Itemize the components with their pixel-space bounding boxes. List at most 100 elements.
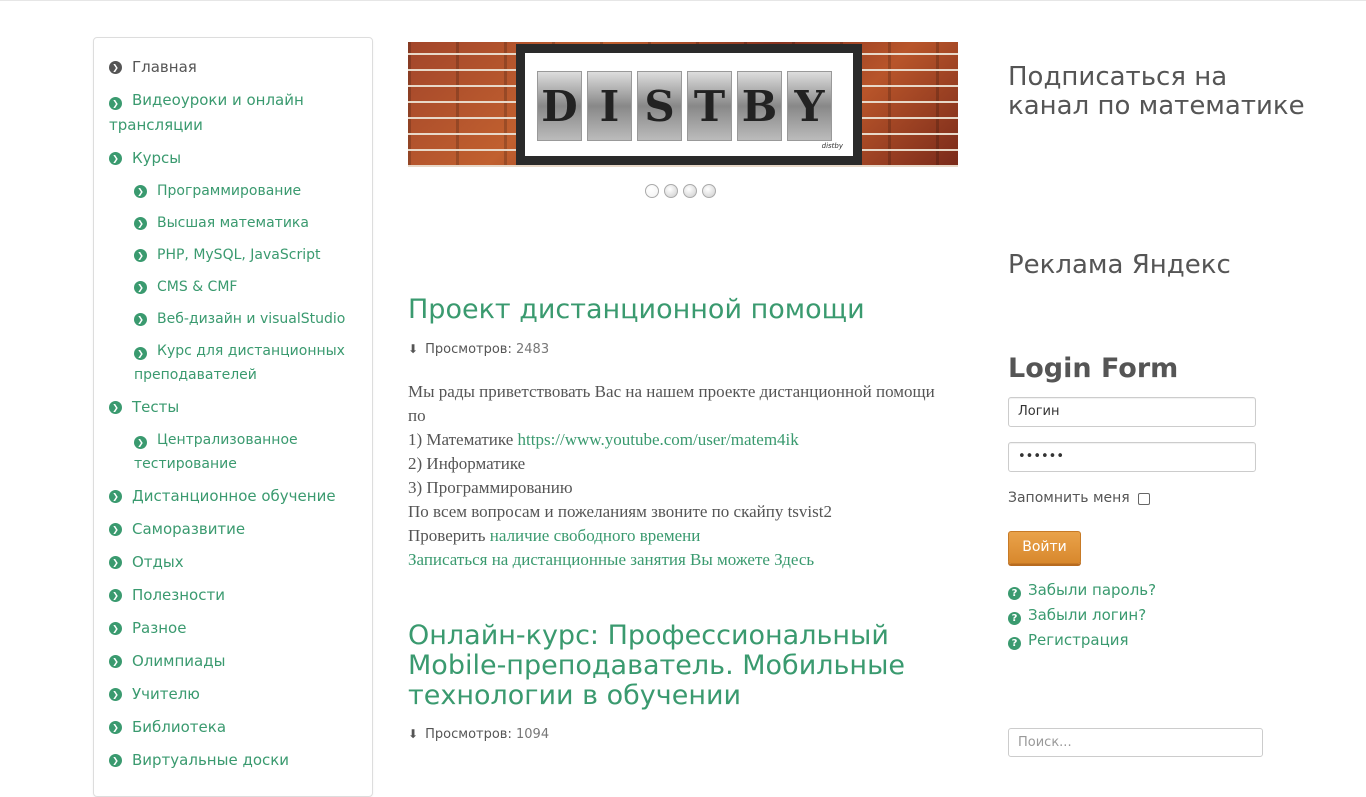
hits-value: 2483	[516, 342, 550, 357]
sidebar-item-label: Главная	[132, 58, 197, 76]
sidebar-subitem-php-mysql-js[interactable]: ❯ PHP, MySQL, JavaScript	[134, 243, 358, 267]
sidebar-item-home[interactable]: ❯ Главная	[109, 55, 358, 80]
slide-dot-4[interactable]	[702, 184, 716, 198]
sidebar-subitem-remote-teachers[interactable]: ❯ Курс для дистанционных преподавателей	[134, 339, 358, 387]
sidebar-menu: ❯ Главная ❯ Видеоуроки и онлайн трансляци…	[93, 37, 373, 797]
chevron-circle-right-icon: ❯	[109, 688, 122, 701]
chevron-circle-right-icon: ❯	[109, 61, 122, 74]
forgot-password-link[interactable]: ? Забыли пароль?	[1008, 578, 1156, 603]
article-line: По всем вопросам и пожеланиям звоните по…	[408, 502, 832, 521]
banner-mat: D I S T B Y distby	[525, 53, 853, 156]
sidebar-item-olympiads[interactable]: ❯ Олимпиады	[109, 649, 358, 674]
question-circle-icon: ?	[1008, 637, 1021, 650]
username-field[interactable]: Логин	[1008, 397, 1256, 427]
chevron-circle-right-icon: ❯	[134, 347, 147, 360]
link-label[interactable]: Забыли пароль?	[1028, 581, 1156, 599]
sidebar-item-misc[interactable]: ❯ Разное	[109, 616, 358, 641]
login-button[interactable]: Войти	[1008, 531, 1081, 564]
forgot-username-link[interactable]: ? Забыли логин?	[1008, 603, 1156, 628]
sidebar-subitem-web-design[interactable]: ❯ Веб-дизайн и visualStudio	[134, 307, 358, 331]
login-links: ? Забыли пароль? ? Забыли логин? ? Регистра…	[1008, 578, 1156, 653]
slide-dot-2[interactable]	[664, 184, 678, 198]
banner-letter: B	[737, 71, 782, 141]
sidebar-item-label: Полезности	[132, 586, 225, 604]
chevron-circle-right-icon: ❯	[134, 436, 147, 449]
article-text: Проверить	[408, 526, 486, 545]
password-field[interactable]: ••••••	[1008, 442, 1256, 472]
link-label[interactable]: Забыли логин?	[1028, 606, 1146, 624]
hits-label: Просмотров:	[425, 727, 512, 742]
sidebar-subitem-centralized-testing[interactable]: ❯ Централизованное тестирование	[134, 428, 358, 476]
youtube-link[interactable]: https://www.youtube.com/user/matem4ik	[518, 430, 799, 449]
sidebar-subitem-higher-math[interactable]: ❯ Высшая математика	[134, 211, 358, 235]
chevron-circle-right-icon: ❯	[109, 721, 122, 734]
sidebar-item-label: Курсы	[132, 149, 182, 167]
banner-letter: D	[537, 71, 582, 141]
sidebar-item-label: Разное	[132, 619, 187, 637]
sidebar-item-label: Отдых	[132, 553, 184, 571]
link-label[interactable]: Регистрация	[1028, 631, 1129, 649]
ads-module-title: Реклама Яндекс	[1008, 250, 1231, 280]
sidebar-item-courses[interactable]: ❯ Курсы	[109, 146, 358, 171]
sidebar-item-for-teacher[interactable]: ❯ Учителю	[109, 682, 358, 707]
chevron-circle-right-icon: ❯	[109, 622, 122, 635]
download-icon: ⬇	[408, 727, 419, 741]
sidebar-item-label: Централизованное тестирование	[134, 432, 298, 472]
chevron-circle-right-icon: ❯	[109, 401, 122, 414]
free-time-link[interactable]: наличие свободного времени	[490, 526, 701, 545]
banner-letter: S	[637, 71, 682, 141]
banner-frame: D I S T B Y distby	[516, 44, 862, 165]
article-hits: ⬇ Просмотров: 2483	[408, 342, 549, 357]
chevron-circle-right-icon: ❯	[109, 490, 122, 503]
article-paragraph: Мы рады приветствовать Вас на нашем прое…	[408, 382, 935, 425]
sidebar-item-self-development[interactable]: ❯ Саморазвитие	[109, 517, 358, 542]
sidebar-item-label: Учителю	[132, 685, 200, 703]
sidebar-item-label: Виртуальные доски	[132, 751, 290, 769]
remember-me: Запомнить меня	[1008, 490, 1151, 506]
signup-link[interactable]: Записаться на дистанционные занятия Вы м…	[408, 550, 814, 569]
sidebar-subitem-programming[interactable]: ❯ Программирование	[134, 179, 358, 203]
sidebar-item-label: Программирование	[157, 183, 302, 199]
sidebar-item-tests[interactable]: ❯ Тесты	[109, 395, 358, 420]
question-circle-icon: ?	[1008, 612, 1021, 625]
chevron-circle-right-icon: ❯	[109, 97, 122, 110]
sidebar-item-leisure[interactable]: ❯ Отдых	[109, 550, 358, 575]
subscribe-module-title: Подписаться на канал по математике	[1008, 62, 1305, 121]
article-title[interactable]: Онлайн-курс: Профессиональный Mobile-пре…	[408, 621, 928, 711]
search-input[interactable]: Поиск...	[1008, 728, 1263, 757]
article-body: Мы рады приветствовать Вас на нашем прое…	[408, 380, 948, 572]
slide-dot-1[interactable]	[645, 184, 659, 198]
sidebar-item-virtual-boards[interactable]: ❯ Виртуальные доски	[109, 748, 358, 773]
chevron-circle-right-icon: ❯	[109, 523, 122, 536]
chevron-circle-right-icon: ❯	[109, 655, 122, 668]
sidebar-item-library[interactable]: ❯ Библиотека	[109, 715, 358, 740]
sidebar-item-label: CMS & CMF	[157, 279, 238, 295]
banner-letter: Y	[787, 71, 832, 141]
chevron-circle-right-icon: ❯	[109, 754, 122, 767]
chevron-circle-right-icon: ❯	[109, 152, 122, 165]
sidebar-item-label: Дистанционное обучение	[132, 487, 336, 505]
courses-submenu: ❯ Программирование ❯ Высшая математика ❯…	[109, 179, 358, 387]
article-line: 2) Информатике	[408, 454, 526, 473]
banner-letter: T	[687, 71, 732, 141]
remember-me-checkbox[interactable]	[1138, 493, 1151, 505]
sidebar-subitem-cms-cmf[interactable]: ❯ CMS & CMF	[134, 275, 358, 299]
sidebar-item-label: Олимпиады	[132, 652, 226, 670]
sidebar-item-useful[interactable]: ❯ Полезности	[109, 583, 358, 608]
register-link[interactable]: ? Регистрация	[1008, 628, 1156, 653]
slideshow-banner[interactable]: D I S T B Y distby	[408, 42, 958, 167]
chevron-circle-right-icon: ❯	[134, 185, 147, 198]
sidebar-item-label: PHP, MySQL, JavaScript	[157, 247, 321, 263]
sidebar-item-distance-learning[interactable]: ❯ Дистанционное обучение	[109, 484, 358, 509]
sidebar-item-video-lessons[interactable]: ❯ Видеоуроки и онлайн трансляции	[109, 88, 358, 138]
article-title[interactable]: Проект дистанционной помощи	[408, 295, 928, 325]
sidebar-item-label: Веб-дизайн и visualStudio	[157, 311, 346, 327]
download-icon: ⬇	[408, 342, 419, 356]
sidebar-item-label: Библиотека	[132, 718, 227, 736]
chevron-circle-right-icon: ❯	[134, 217, 147, 230]
slide-dot-3[interactable]	[683, 184, 697, 198]
article-line: Записаться на дистанционные занятия Вы м…	[408, 548, 948, 572]
sidebar-item-label: Высшая математика	[157, 215, 309, 231]
sidebar-item-label: Тесты	[132, 398, 180, 416]
sidebar-item-label: Саморазвитие	[132, 520, 246, 538]
